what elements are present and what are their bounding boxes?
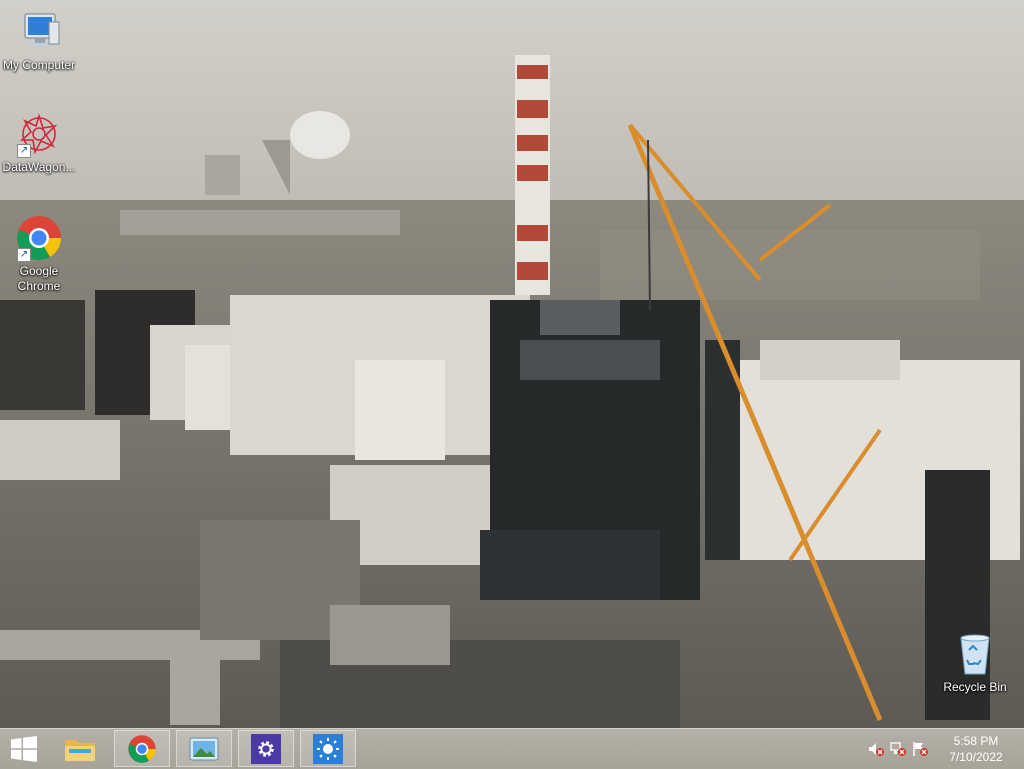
start-button[interactable] (0, 730, 48, 767)
desktop[interactable]: My Computer ↗ DataWagon... ↗ Google Chro… (0, 0, 1024, 728)
desktop-icon-label: My Computer (2, 58, 76, 72)
desktop-icon-recycle-bin[interactable]: Recycle Bin (937, 630, 1013, 695)
system-tray: 5:58 PM 7/10/2022 (854, 729, 1024, 769)
taskbar-brightness[interactable] (300, 730, 356, 767)
chrome-icon (128, 734, 156, 763)
windows-logo-icon (11, 735, 37, 762)
desktop-icon-label: DataWagon... (2, 160, 76, 174)
taskbar-file-explorer[interactable] (52, 730, 108, 767)
speaker-muted-icon[interactable] (868, 741, 884, 757)
taskbar-settings[interactable] (238, 730, 294, 767)
shortcut-arrow-icon: ↗ (17, 248, 31, 262)
desktop-icon-my-computer[interactable]: My Computer (1, 8, 77, 73)
file-explorer-icon (65, 739, 95, 761)
desktop-icon-label: Recycle Bin (943, 680, 1007, 694)
taskbar-chrome[interactable] (114, 730, 170, 767)
computer-icon (15, 8, 63, 56)
desktop-icon-google-chrome[interactable]: ↗ Google Chrome (1, 214, 77, 294)
wallpaper (0, 0, 1024, 728)
network-icon[interactable] (890, 741, 906, 757)
action-center-flag-icon[interactable] (912, 741, 928, 757)
brightness-icon (313, 733, 343, 764)
datawagon-icon: ↗ (15, 110, 63, 158)
settings-gear-icon (251, 733, 281, 764)
shortcut-arrow-icon: ↗ (17, 144, 31, 158)
clock-time: 5:58 PM (953, 734, 999, 748)
desktop-icon-datawagon[interactable]: ↗ DataWagon... (1, 110, 77, 175)
desktop-icon-label: Google Chrome (17, 264, 61, 293)
taskbar: 5:58 PM 7/10/2022 (0, 728, 1024, 769)
image-viewer-icon (189, 737, 219, 760)
clock-date: 7/10/2022 (949, 750, 1003, 764)
taskbar-image-viewer[interactable] (176, 730, 232, 767)
chrome-icon: ↗ (15, 214, 63, 262)
clock[interactable]: 5:58 PM 7/10/2022 (936, 733, 1016, 765)
recycle-bin-icon (951, 630, 999, 678)
